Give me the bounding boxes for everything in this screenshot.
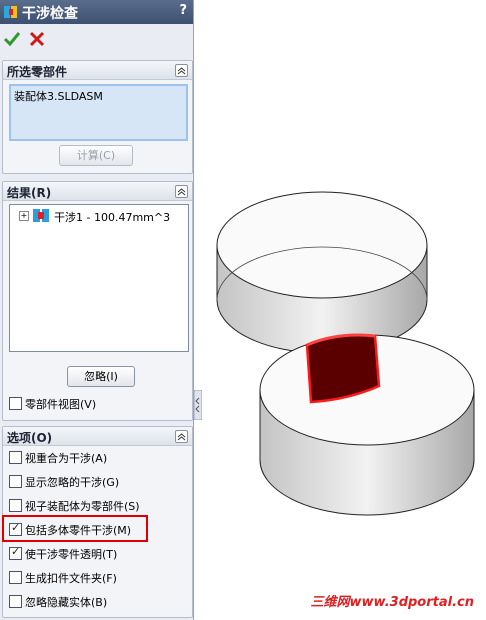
section-title: 结果(R) [7, 186, 52, 200]
ignore-button[interactable]: 忽略(I) [67, 366, 135, 387]
annotation-highlight-box [2, 515, 148, 542]
panel-titlebar: 干涉检查 ? [0, 0, 193, 24]
section-title: 所选零部件 [7, 65, 68, 79]
collapse-chevron-icon[interactable] [175, 64, 188, 77]
option-checkbox[interactable] [9, 545, 22, 560]
interference-item-icon [33, 209, 49, 222]
component-view-label: 零部件视图(V) [25, 398, 97, 411]
selected-components-list[interactable]: 装配体3.SLDASM [9, 84, 188, 141]
option-checkbox[interactable] [9, 451, 22, 464]
interference-check-icon [4, 6, 17, 18]
option-checkbox[interactable] [9, 499, 22, 512]
options-header[interactable]: 选项(O) [3, 427, 192, 446]
option-checkbox[interactable] [9, 571, 22, 584]
graphics-viewport[interactable] [203, 0, 486, 620]
help-icon[interactable]: ? [179, 3, 187, 18]
option-checkbox[interactable] [9, 475, 22, 488]
option-label: 使干涉零件透明(T) [25, 548, 118, 561]
component-view-checkbox[interactable] [9, 397, 22, 410]
option-label: 显示忽略的干涉(G) [25, 476, 120, 489]
results-header[interactable]: 结果(R) [3, 182, 192, 201]
cancel-x-icon[interactable] [28, 30, 46, 48]
upper-cylinder [216, 191, 428, 354]
option-label: 视子装配体为零部件(S) [25, 500, 140, 513]
selected-components-section: 所选零部件 装配体3.SLDASM 计算(C) [2, 60, 193, 174]
option-checkbox[interactable] [9, 595, 22, 608]
expand-plus-icon[interactable]: + [19, 211, 29, 221]
watermark-text: 三维网www.3dportal.cn [310, 595, 474, 610]
interference-tree-item[interactable]: 干涉1 - 100.47mm^3 [54, 209, 170, 225]
panel-resize-grip-icon[interactable] [194, 390, 202, 420]
results-tree[interactable]: + 干涉1 - 100.47mm^3 [9, 204, 189, 352]
section-title: 选项(O) [7, 431, 53, 445]
results-section: 结果(R) + 干涉1 - 100.47mm^3 忽略(I) 零部件视图(V) [2, 181, 193, 421]
option-label: 生成扣件文件夹(F) [25, 572, 117, 585]
action-bar [0, 24, 193, 54]
option-label: 忽略隐藏实体(B) [25, 596, 108, 609]
panel-title: 干涉检查 [22, 6, 78, 22]
option-label: 视重合为干涉(A) [25, 452, 108, 465]
compute-button[interactable]: 计算(C) [59, 145, 133, 166]
collapse-chevron-icon[interactable] [175, 430, 188, 443]
collapse-chevron-icon[interactable] [175, 185, 188, 198]
list-item[interactable]: 装配体3.SLDASM [14, 88, 103, 104]
selected-components-header[interactable]: 所选零部件 [3, 61, 192, 80]
ok-check-icon[interactable] [3, 30, 21, 48]
